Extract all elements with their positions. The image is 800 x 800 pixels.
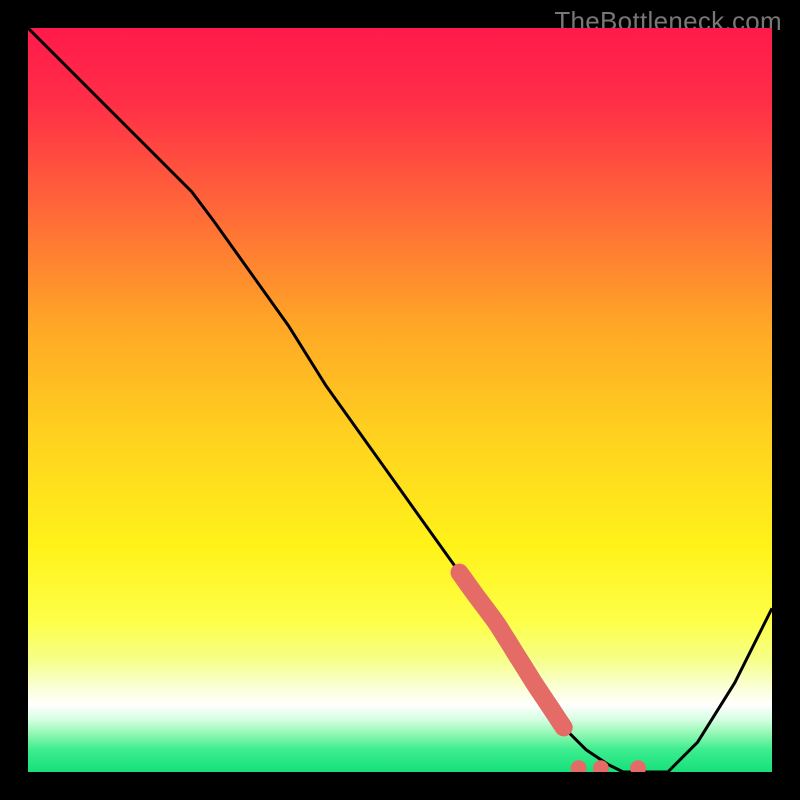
chart-frame: TheBottleneck.com — [0, 0, 800, 800]
plot-area — [28, 28, 772, 772]
chart-svg — [28, 28, 772, 772]
